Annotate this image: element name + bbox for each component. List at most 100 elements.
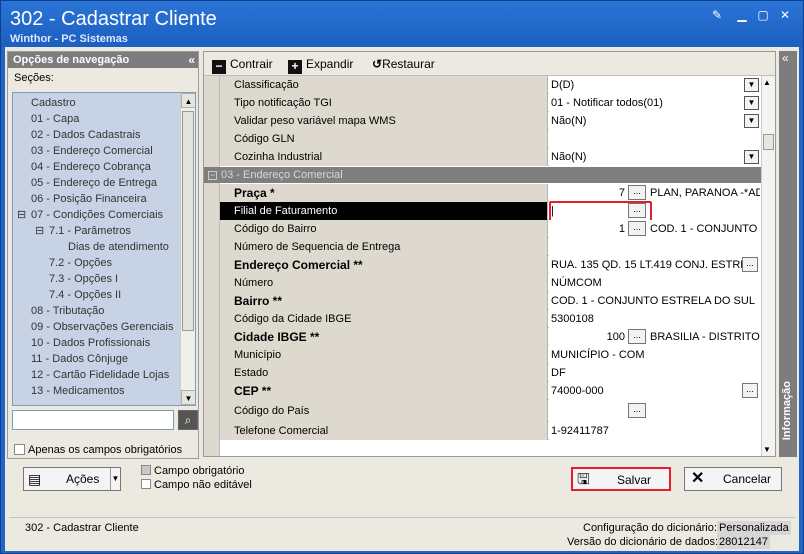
row-telefone[interactable]: Telefone Comercial 1-92411787 xyxy=(220,422,761,440)
tree-item[interactable]: 04 - Endereço Cobrança xyxy=(31,159,151,175)
scroll-thumb[interactable] xyxy=(763,134,774,150)
row-codigo-cidade-ibge[interactable]: Código da Cidade IBGE 5300108 xyxy=(220,310,761,328)
row-filial-faturamento[interactable]: Filial de Faturamento | ... xyxy=(220,202,761,220)
row-municipio[interactable]: Município MUNICÍPIO - COM xyxy=(220,346,761,364)
section-search-input[interactable] xyxy=(12,410,174,430)
client-area: Opções de navegação « Seções: Cadastro 0… xyxy=(5,47,799,551)
tree-item[interactable]: 7.2 - Opções xyxy=(49,255,112,271)
scroll-down-icon[interactable]: ▼ xyxy=(181,390,195,405)
cidade-ibge-field[interactable]: 100 ... BRASILIA - DISTRITO xyxy=(549,328,761,346)
tree-item[interactable]: 10 - Dados Profissionais xyxy=(31,335,150,351)
tree-item-cadastro[interactable]: Cadastro xyxy=(31,95,76,111)
numero-field[interactable]: NÚMCOM xyxy=(549,274,761,292)
ellipsis-button[interactable]: ... xyxy=(742,383,758,398)
row-praca[interactable]: Praça * 7 ... PLAN, PARANOA -*AD xyxy=(220,184,761,202)
row-cozinha-industrial[interactable]: Cozinha Industrial Não(N) ▼ xyxy=(220,148,761,166)
row-estado[interactable]: Estado DF xyxy=(220,364,761,382)
search-icon[interactable]: ⌕ xyxy=(178,410,198,430)
tree-item[interactable]: 05 - Endereço de Entrega xyxy=(31,175,157,191)
section-search: ⌕ xyxy=(12,410,198,430)
tree-item[interactable]: 12 - Cartão Fidelidade Lojas xyxy=(31,367,169,383)
row-codigo-bairro[interactable]: Código do Bairro 1 ... COD. 1 - CONJUNTO… xyxy=(220,220,761,238)
codigo-gln-field[interactable] xyxy=(549,130,761,148)
tree-item[interactable]: 07 - Condições Comerciais xyxy=(31,207,163,223)
info-panel[interactable]: « Informação xyxy=(779,51,797,457)
expandir-button[interactable]: + Expandir xyxy=(288,56,353,74)
tree-item[interactable]: 06 - Posição Financeira xyxy=(31,191,147,207)
collapse-nav-icon[interactable]: « xyxy=(188,52,195,68)
row-endereco-comercial[interactable]: Endereço Comercial ** RUA. 135 QD. 15 LT… xyxy=(220,256,761,274)
row-codigo-pais[interactable]: Código do País ... xyxy=(220,400,761,422)
row-numero[interactable]: Número NÚMCOM xyxy=(220,274,761,292)
tipo-notificacao-select[interactable]: 01 - Notificar todos(01) ▼ xyxy=(549,94,761,112)
tree-scrollbar[interactable]: ▲ ▼ xyxy=(180,93,195,405)
praca-field[interactable]: 7 ... PLAN, PARANOA -*AD xyxy=(549,184,761,202)
scroll-down-icon[interactable]: ▼ xyxy=(763,445,771,454)
tree-item[interactable]: 08 - Tributação xyxy=(31,303,104,319)
tree-item[interactable]: 7.3 - Opções I xyxy=(49,271,118,287)
tree-expander-icon[interactable]: ⊟ xyxy=(35,223,44,239)
row-classificacao[interactable]: Classificação D(D) ▼ xyxy=(220,76,761,94)
chevron-down-icon[interactable]: ▼ xyxy=(744,78,759,92)
row-validar-peso[interactable]: Validar peso variável mapa WMS Não(N) ▼ xyxy=(220,112,761,130)
edit-window-icon[interactable]: ✎ xyxy=(710,8,724,22)
tree-item[interactable]: 13 - Medicamentos xyxy=(31,383,125,399)
minimize-button[interactable]: ▁ xyxy=(735,8,749,22)
tree-item[interactable]: 7.1 - Parâmetros xyxy=(49,223,131,239)
endereco-field[interactable]: RUA. 135 QD. 15 LT.419 CONJ. ESTREL ... xyxy=(549,256,761,274)
close-button[interactable]: ✕ xyxy=(778,8,792,22)
chevron-down-icon[interactable]: ▼ xyxy=(744,96,759,110)
lookup-button[interactable]: ... xyxy=(628,221,646,236)
checkbox-box[interactable] xyxy=(14,444,25,455)
row-label: Número xyxy=(220,274,548,292)
telefone-field[interactable]: 1-92411787 xyxy=(549,422,761,440)
scroll-up-icon[interactable]: ▲ xyxy=(181,93,195,108)
chevron-down-icon[interactable]: ▼ xyxy=(744,150,759,164)
chevron-down-icon[interactable]: ▼ xyxy=(110,468,120,490)
scroll-up-icon[interactable]: ▲ xyxy=(763,78,771,87)
row-tipo-notificacao[interactable]: Tipo notificação TGI 01 - Notificar todo… xyxy=(220,94,761,112)
grid-scrollbar[interactable]: ▲ ▼ xyxy=(761,76,775,456)
row-cep[interactable]: CEP ** 74000-000 ... xyxy=(220,382,761,400)
bairro-field[interactable]: COD. 1 - CONJUNTO ESTRELA DO SUL xyxy=(549,292,761,310)
lookup-button[interactable]: ... xyxy=(628,403,646,418)
tree-item[interactable]: Dias de atendimento xyxy=(68,239,169,255)
row-bairro[interactable]: Bairro ** COD. 1 - CONJUNTO ESTRELA DO S… xyxy=(220,292,761,310)
codigo-cidade-field[interactable]: 5300108 xyxy=(549,310,761,328)
lookup-button[interactable]: ... xyxy=(628,185,646,200)
contrair-button[interactable]: − Contrair xyxy=(212,56,273,74)
chevron-down-icon[interactable]: ▼ xyxy=(744,114,759,128)
tree-item[interactable]: 09 - Observações Gerenciais xyxy=(31,319,173,335)
collapse-group-icon[interactable]: − xyxy=(208,171,217,180)
municipio-field[interactable]: MUNICÍPIO - COM xyxy=(549,346,761,364)
tree-expander-icon[interactable]: ⊟ xyxy=(17,207,26,223)
restaurar-button[interactable]: ↺Restaurar xyxy=(372,56,435,72)
ellipsis-button[interactable]: ... xyxy=(742,257,758,272)
codigo-bairro-field[interactable]: 1 ... COD. 1 - CONJUNTO E xyxy=(549,220,761,238)
only-required-checkbox[interactable]: Apenas os campos obrigatórios xyxy=(14,444,182,456)
scroll-thumb[interactable] xyxy=(182,111,194,331)
group-endereco-comercial[interactable]: −03 - Endereço Comercial xyxy=(204,167,761,183)
cancelar-button[interactable]: ✕ Cancelar xyxy=(684,467,782,491)
tree-item[interactable]: 01 - Capa xyxy=(31,111,79,127)
expand-info-icon[interactable]: « xyxy=(782,51,789,65)
classificacao-select[interactable]: D(D) ▼ xyxy=(549,76,761,94)
row-seq-entrega[interactable]: Número de Sequencia de Entrega xyxy=(220,238,761,256)
codigo-pais-field[interactable]: ... xyxy=(549,400,761,422)
tree-item[interactable]: 03 - Endereço Comercial xyxy=(31,143,153,159)
tree-item[interactable]: 7.4 - Opções II xyxy=(49,287,121,303)
tree-item[interactable]: 11 - Dados Cônjuge xyxy=(31,351,128,367)
salvar-button[interactable]: 🖫 Salvar xyxy=(571,467,671,491)
validar-peso-select[interactable]: Não(N) ▼ xyxy=(549,112,761,130)
tree-item[interactable]: 02 - Dados Cadastrais xyxy=(31,127,140,143)
cep-field[interactable]: 74000-000 ... xyxy=(549,382,761,400)
estado-field[interactable]: DF xyxy=(549,364,761,382)
acoes-button[interactable]: ▤ Ações ▼ xyxy=(23,467,121,491)
cozinha-industrial-select[interactable]: Não(N) ▼ xyxy=(549,148,761,166)
maximize-button[interactable]: ▢ xyxy=(756,8,770,22)
restore-icon: ↺ xyxy=(372,57,383,71)
seq-entrega-field[interactable] xyxy=(549,238,761,256)
lookup-button[interactable]: ... xyxy=(628,329,646,344)
row-codigo-gln[interactable]: Código GLN xyxy=(220,130,761,148)
row-cidade-ibge[interactable]: Cidade IBGE ** 100 ... BRASILIA - DISTRI… xyxy=(220,328,761,346)
